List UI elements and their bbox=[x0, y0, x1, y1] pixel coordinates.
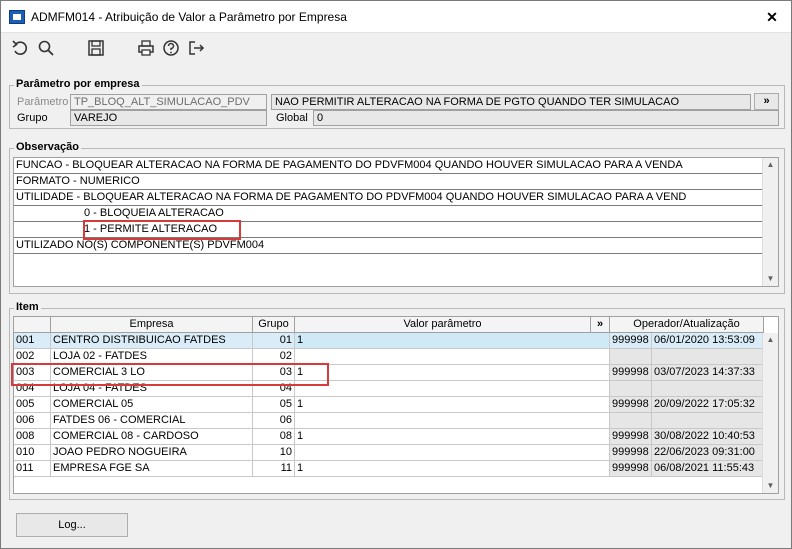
cell-op: 999998 bbox=[610, 397, 652, 413]
table-row[interactable]: 001 CENTRO DISTRIBUICAO FATDES 01 1 999998 06… bbox=[14, 333, 764, 349]
global-label: Global bbox=[276, 112, 308, 124]
scroll-up-arrow-icon[interactable]: ▲ bbox=[763, 158, 778, 172]
cell-valor[interactable]: 1 bbox=[295, 333, 610, 349]
cell-code: 001 bbox=[14, 333, 51, 349]
cell-op: 999998 bbox=[610, 365, 652, 381]
table-row[interactable]: 005 COMERCIAL 05 05 1 999998 20/09/2022 17:05… bbox=[14, 397, 764, 413]
observacao-title: Observação bbox=[14, 141, 81, 153]
cell-grupo: 10 bbox=[253, 445, 295, 461]
header-expand-button[interactable]: » bbox=[591, 317, 610, 333]
cell-op: 999998 bbox=[610, 445, 652, 461]
group-field[interactable]: VAREJO bbox=[70, 110, 267, 126]
cell-grupo: 01 bbox=[253, 333, 295, 349]
param-description-field[interactable]: NAO PERMITIR ALTERACAO NA FORMA DE PGTO … bbox=[271, 94, 751, 110]
table-row[interactable]: 006 FATDES 06 - COMERCIAL 06 bbox=[14, 413, 764, 429]
cell-valor[interactable]: 1 bbox=[295, 429, 610, 445]
param-expand-button[interactable]: » bbox=[754, 93, 779, 110]
cell-name: EMPRESA FGE SA bbox=[51, 461, 253, 477]
observacao-line: FUNCAO - BLOQUEAR ALTERACAO NA FORMA DE … bbox=[14, 158, 764, 174]
header-valor[interactable]: Valor parâmetro bbox=[295, 317, 591, 333]
param-label: Parâmetro bbox=[17, 96, 69, 108]
scroll-down-arrow-icon[interactable]: ▼ bbox=[763, 479, 778, 493]
cell-date: 06/08/2021 11:55:43 bbox=[652, 461, 764, 477]
cell-op: 999998 bbox=[610, 333, 652, 349]
cell-grupo: 05 bbox=[253, 397, 295, 413]
cell-op: 999998 bbox=[610, 429, 652, 445]
header-grupo[interactable]: Grupo bbox=[253, 317, 295, 333]
cell-date: 20/09/2022 17:05:32 bbox=[652, 397, 764, 413]
cell-code: 008 bbox=[14, 429, 51, 445]
group-label: Grupo bbox=[17, 112, 48, 124]
cell-name: COMERCIAL 08 - CARDOSO bbox=[51, 429, 253, 445]
cell-op: 999998 bbox=[610, 461, 652, 477]
cell-valor[interactable]: 1 bbox=[295, 461, 610, 477]
cell-valor[interactable] bbox=[295, 445, 610, 461]
observacao-line: UTILIZADO NO(S) COMPONENTE(S) PDVFM004 bbox=[14, 238, 764, 254]
cell-date bbox=[652, 413, 764, 429]
table-row[interactable]: 010 JOAO PEDRO NOGUEIRA 10 999998 22/06/2023… bbox=[14, 445, 764, 461]
cell-valor[interactable] bbox=[295, 413, 610, 429]
cell-valor[interactable]: 1 bbox=[295, 397, 610, 413]
print-icon[interactable] bbox=[137, 39, 155, 57]
observacao-line: UTILIDADE - BLOQUEAR ALTERACAO NA FORMA … bbox=[14, 190, 764, 206]
log-button[interactable]: Log... bbox=[16, 513, 128, 537]
scroll-up-arrow-icon[interactable]: ▲ bbox=[763, 333, 778, 347]
main-window: ADMFM014 - Atribuição de Valor a Parâmet… bbox=[0, 0, 792, 549]
save-icon[interactable] bbox=[87, 39, 105, 57]
cell-code: 010 bbox=[14, 445, 51, 461]
cell-name: COMERCIAL 05 bbox=[51, 397, 253, 413]
cell-op bbox=[610, 413, 652, 429]
cell-grupo: 11 bbox=[253, 461, 295, 477]
undo-icon[interactable] bbox=[11, 39, 29, 57]
item-title: Item bbox=[14, 301, 41, 313]
cell-valor[interactable]: 1 bbox=[295, 365, 610, 381]
title-bar: ADMFM014 - Atribuição de Valor a Parâmet… bbox=[1, 1, 791, 33]
global-field[interactable]: 0 bbox=[313, 110, 779, 126]
cell-date: 06/01/2020 13:53:09 bbox=[652, 333, 764, 349]
help-icon[interactable] bbox=[162, 39, 180, 57]
cell-op bbox=[610, 349, 652, 365]
search-icon[interactable] bbox=[37, 39, 55, 57]
close-button[interactable]: ✕ bbox=[763, 9, 781, 25]
cell-valor[interactable] bbox=[295, 349, 610, 365]
highlight-box bbox=[11, 363, 329, 386]
scroll-down-arrow-icon[interactable]: ▼ bbox=[763, 272, 778, 286]
cell-grupo: 08 bbox=[253, 429, 295, 445]
cell-grupo: 06 bbox=[253, 413, 295, 429]
cell-date: 30/08/2022 10:40:53 bbox=[652, 429, 764, 445]
highlight-box bbox=[83, 220, 241, 240]
header-operador[interactable]: Operador/Atualização bbox=[610, 317, 764, 333]
exit-icon[interactable] bbox=[187, 39, 205, 57]
observacao-line: FORMATO - NUMERICO bbox=[14, 174, 764, 190]
table-row[interactable]: 008 COMERCIAL 08 - CARDOSO 08 1 999998 30/08/… bbox=[14, 429, 764, 445]
cell-date: 03/07/2023 14:37:33 bbox=[652, 365, 764, 381]
cell-valor[interactable] bbox=[295, 381, 610, 397]
param-group-title: Parâmetro por empresa bbox=[14, 78, 142, 90]
toolbar bbox=[1, 33, 791, 63]
cell-name: JOAO PEDRO NOGUEIRA bbox=[51, 445, 253, 461]
cell-code: 011 bbox=[14, 461, 51, 477]
window-title: ADMFM014 - Atribuição de Valor a Parâmet… bbox=[31, 10, 347, 24]
cell-date bbox=[652, 349, 764, 365]
cell-name: CENTRO DISTRIBUICAO FATDES bbox=[51, 333, 253, 349]
observacao-scrollbar[interactable]: ▲ ▼ bbox=[762, 158, 778, 286]
app-icon bbox=[9, 10, 25, 24]
param-code-field[interactable]: TP_BLOQ_ALT_SIMULACAO_PDV bbox=[70, 94, 267, 110]
cell-code: 005 bbox=[14, 397, 51, 413]
header-code bbox=[14, 317, 51, 333]
item-grid: Empresa Grupo Valor parâmetro » Operador… bbox=[13, 316, 779, 494]
cell-code: 006 bbox=[14, 413, 51, 429]
cell-name: FATDES 06 - COMERCIAL bbox=[51, 413, 253, 429]
table-row[interactable]: 011 EMPRESA FGE SA 11 1 999998 06/08/2021 11:… bbox=[14, 461, 764, 477]
header-empresa[interactable]: Empresa bbox=[51, 317, 253, 333]
cell-op bbox=[610, 381, 652, 397]
cell-date bbox=[652, 381, 764, 397]
cell-date: 22/06/2023 09:31:00 bbox=[652, 445, 764, 461]
item-scrollbar[interactable]: ▲ ▼ bbox=[762, 333, 778, 493]
